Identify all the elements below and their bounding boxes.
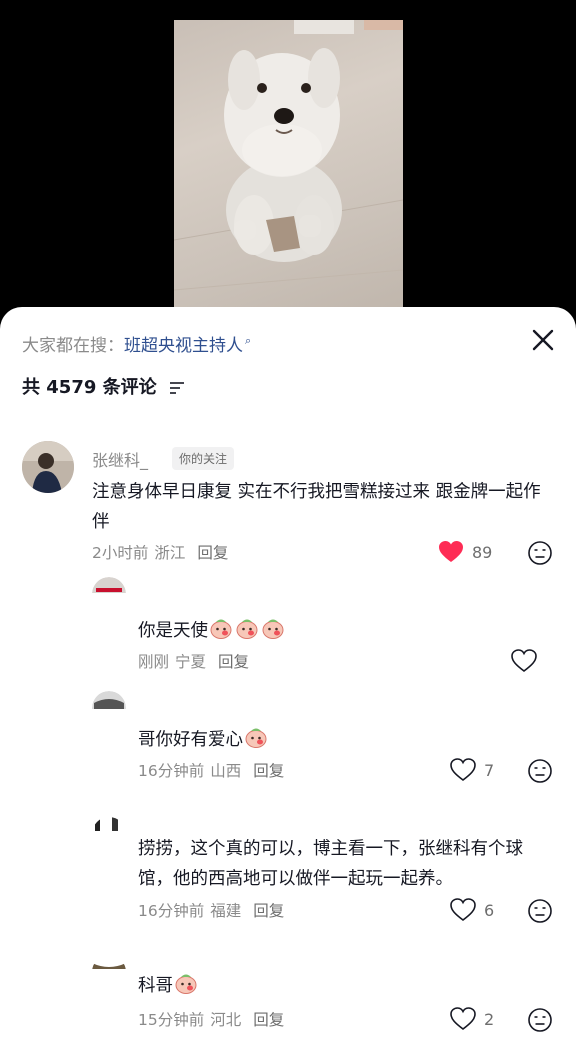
sticker-emoji-icon [245,728,267,748]
avatar[interactable] [22,441,74,493]
video-frame[interactable] [174,20,403,320]
reply-location: 宁夏 [175,653,207,671]
reply-location: 山西 [210,762,242,780]
comment-time: 2小时前 [92,544,149,562]
avatar-image [92,691,126,709]
close-icon[interactable] [530,327,556,353]
reply-emojis [243,728,269,750]
reply-time: 16分钟前 [138,762,205,780]
search-suggestion-keyword[interactable]: 班超央视主持人 [124,336,243,356]
reply-text: 你是天使 [138,616,286,646]
like-button[interactable]: 2 [450,1007,494,1031]
sort-icon[interactable] [169,381,185,395]
dislike-icon[interactable] [527,540,553,566]
reply-emojis [173,974,199,996]
reply-button[interactable]: 回复 [253,1011,284,1029]
heart-filled-icon [439,541,463,562]
avatar-image [22,441,74,493]
search-suggestion-prefix: 大家都在搜： [22,336,124,356]
heart-outline-icon [450,898,476,922]
reply-meta: 刚刚 宁夏 回复 [138,650,249,672]
dislike-icon[interactable] [527,898,553,924]
video-player[interactable] [0,0,576,320]
reply-time: 15分钟前 [138,1011,205,1029]
comment-count: 共 4579 条评论 [22,373,185,399]
reply-text-content: 捞捞，这个真的可以，博主看一下，张继科有个球馆，他的西高地可以做伴一起玩一起养。 [138,839,523,889]
reply-emojis [208,619,286,641]
avatar[interactable] [92,955,126,971]
sticker-emoji-icon [236,619,258,639]
avatar[interactable] [92,691,126,709]
reply-meta: 15分钟前 河北 回复 [138,1008,284,1030]
like-count: 7 [484,760,495,780]
reply-meta: 16分钟前 福建 回复 [138,899,284,921]
sticker-emoji-icon [210,619,232,639]
avatar[interactable] [92,817,126,831]
reply-button[interactable]: 回复 [218,653,249,671]
following-badge: 你的关注 [172,447,235,470]
reply-text: 哥你好有爱心 [138,725,269,755]
reply-text-content: 科哥 [138,976,173,996]
search-suggestion[interactable]: 大家都在搜：班超央视主持人 ⌕ [22,331,251,356]
sticker-emoji-icon [262,619,284,639]
reply-time: 16分钟前 [138,902,205,920]
comment-count-label: 共 4579 条评论 [22,377,157,398]
comments-sheet: 大家都在搜：班超央视主持人 ⌕ 共 4579 条评论 张继科_ 你的关注 注意身体… [0,307,576,1048]
avatar-image [92,955,126,971]
reply-button[interactable]: 回复 [253,762,284,780]
like-count: 89 [472,542,493,562]
reply-location: 福建 [210,902,242,920]
dislike-icon[interactable] [527,1007,553,1033]
heart-outline-icon [450,1007,476,1031]
comment-location: 浙江 [154,544,186,562]
like-count: 6 [484,900,495,920]
heart-outline-icon[interactable] [511,649,537,673]
avatar-image [92,817,126,831]
like-button[interactable]: 7 [450,758,494,782]
reply-text-content: 你是天使 [138,621,208,641]
reply-button[interactable]: 回复 [253,902,284,920]
like-button[interactable]: 89 [438,540,492,564]
comment-author-name[interactable]: 张继科_ [92,447,148,471]
like-count: 2 [484,1009,495,1029]
reply-time: 刚刚 [138,653,170,671]
reply-text: 捞捞，这个真的可以，博主看一下，张继科有个球馆，他的西高地可以做伴一起玩一起养。 [138,834,543,894]
comment-meta: 2小时前 浙江 回复 [92,541,228,563]
like-button[interactable]: 6 [450,898,494,922]
sticker-emoji-icon [175,974,197,994]
avatar[interactable] [92,577,126,593]
reply-location: 河北 [210,1011,242,1029]
avatar-image [92,577,126,593]
dog-video-image [174,20,403,291]
reply-meta: 16分钟前 山西 回复 [138,759,284,781]
comment-text: 注意身体早日康复 实在不行我把雪糕接过来 跟金牌一起作伴 [92,482,541,532]
search-icon: ⌕ [245,334,252,348]
reply-text: 科哥 [138,971,199,1001]
reply-button[interactable]: 回复 [197,544,228,562]
dislike-icon[interactable] [527,758,553,784]
reply-text-content: 哥你好有爱心 [138,730,243,750]
heart-outline-icon [450,758,476,782]
